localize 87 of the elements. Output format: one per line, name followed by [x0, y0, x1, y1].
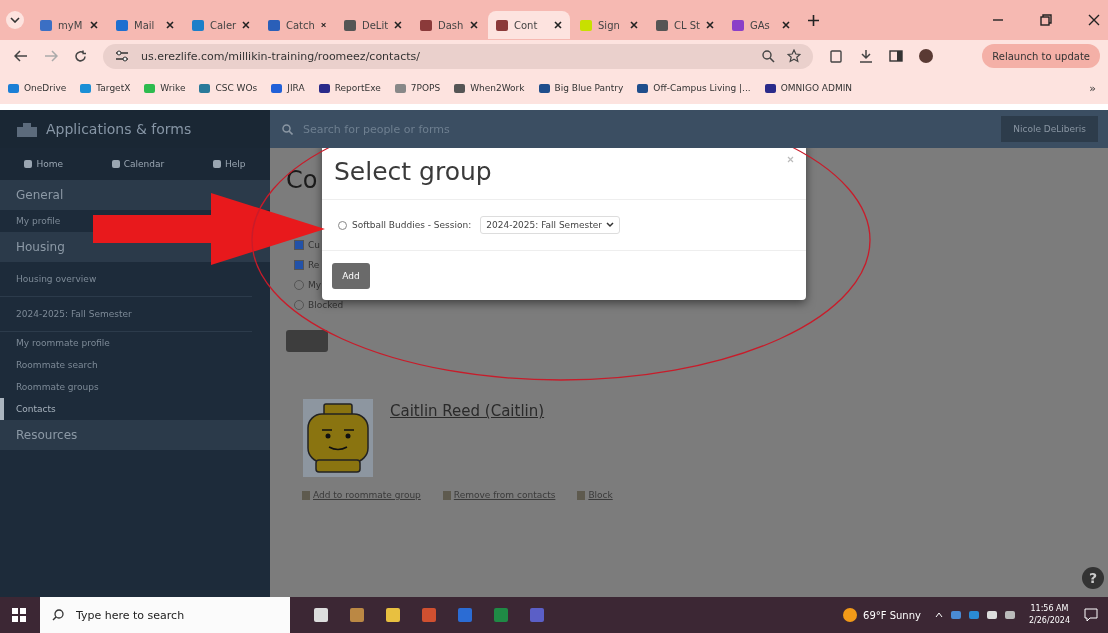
close-icon[interactable] [554, 21, 562, 29]
add-button[interactable]: Add [332, 262, 370, 289]
reload-icon[interactable] [74, 49, 87, 63]
filter-label: Blocked [308, 300, 344, 310]
browser-tab[interactable]: Sign [572, 11, 646, 39]
browser-tab[interactable]: Catch [260, 11, 334, 39]
sidebar-item[interactable]: 2024-2025: Fall Semester [16, 309, 132, 319]
bookmark[interactable]: 7POPS [410, 83, 441, 93]
browser-tab[interactable]: DeLit [336, 11, 410, 39]
bookmark[interactable]: Big Blue Pantry [554, 83, 624, 93]
search-icon [282, 123, 293, 135]
side-panel-icon[interactable] [889, 49, 903, 63]
checkbox[interactable] [294, 240, 304, 250]
browser-tab[interactable]: GAs [724, 11, 798, 39]
sidebar-item[interactable]: Roommate search [16, 360, 98, 370]
group-label: Softball Buddies - Session: [352, 220, 472, 230]
zoom-icon[interactable] [762, 49, 775, 63]
browser-tab[interactable]: CL St [648, 11, 722, 39]
filter-label: Cu [308, 240, 320, 250]
filter-label: My [308, 280, 322, 290]
checkbox[interactable] [294, 260, 304, 270]
close-icon[interactable] [90, 21, 98, 29]
close-icon[interactable] [320, 21, 326, 29]
sidebar-item[interactable]: My roommate profile [16, 338, 110, 348]
bookmark[interactable]: OneDrive [24, 83, 67, 93]
more-bookmarks[interactable]: » [1089, 81, 1108, 95]
notification-icon[interactable] [1084, 608, 1098, 622]
profile-avatar[interactable] [919, 49, 933, 63]
nav-link[interactable]: Home [24, 159, 63, 169]
new-tab-icon[interactable] [808, 14, 819, 26]
sidebar-item[interactable]: Housing overview [16, 274, 97, 284]
chevron-icon [10, 17, 20, 23]
sidebar-item[interactable]: My profile [16, 216, 61, 226]
caret-icon [605, 222, 614, 228]
browser-tab[interactable]: Mail [108, 11, 182, 39]
browser-tab[interactable]: Cont [488, 11, 570, 39]
help-button[interactable]: ? [1082, 567, 1104, 589]
close-icon[interactable] [630, 21, 638, 29]
filter-label: Re [308, 260, 320, 270]
nav-link[interactable]: Calendar [111, 159, 165, 169]
tab-search-button[interactable] [6, 11, 24, 29]
restore-icon[interactable] [1040, 14, 1052, 26]
chevron-icon[interactable] [934, 612, 943, 618]
bookmark[interactable]: OMNIGO ADMIN [780, 83, 853, 93]
close-icon[interactable] [782, 21, 790, 29]
bookmark[interactable]: Off-Campus Living |... [653, 83, 751, 93]
back-icon[interactable] [14, 50, 28, 62]
bookmark[interactable]: CSC WOs [215, 83, 258, 93]
bookmark[interactable]: JIRA [287, 83, 305, 93]
session-dropdown[interactable]: 2024-2025: Fall Semester [480, 216, 620, 234]
app-title: Applications & forms [46, 121, 192, 137]
bookmark[interactable]: ReportExe [334, 83, 381, 93]
search-icon [52, 609, 64, 621]
sun-icon [843, 608, 858, 622]
date-text: 2/26/2024 [1028, 615, 1070, 627]
close-icon[interactable] [1088, 14, 1100, 26]
close-icon[interactable] [166, 21, 174, 29]
browser-tab[interactable]: Caler [184, 11, 258, 39]
page-title: Co [286, 166, 318, 196]
contact-name-link[interactable]: Caitlin Reed (Caitlin) [390, 398, 1108, 420]
close-icon[interactable] [706, 21, 714, 29]
sidebar-section[interactable]: General [0, 180, 270, 210]
sidebar-section[interactable]: Resources [0, 420, 270, 450]
nav-link[interactable]: Help [213, 159, 246, 169]
clock[interactable]: 11:56 AM 2/26/2024 [1028, 603, 1070, 627]
sidebar-item[interactable]: Contacts [16, 404, 56, 414]
time-text: 11:56 AM [1030, 603, 1069, 615]
windows-start-icon[interactable] [12, 608, 26, 622]
close-icon[interactable] [242, 21, 250, 29]
taskbar-search-field[interactable]: Type here to search [40, 597, 290, 633]
bookmark[interactable]: When2Work [470, 83, 525, 93]
star-icon[interactable] [787, 49, 801, 63]
relaunch-button[interactable]: Relaunch to update [982, 44, 1100, 68]
url-text: us.erezlife.com/millikin-training/roomeez/contacts/ [141, 49, 421, 63]
tune-icon [115, 50, 129, 62]
download-icon[interactable] [859, 49, 873, 63]
address-bar[interactable]: us.erezlife.com/millikin-training/roomeez/contacts/ [103, 43, 813, 69]
close-icon[interactable] [394, 21, 402, 29]
browser-tab[interactable]: myM [32, 11, 106, 39]
sidebar-item[interactable]: Roommate groups [16, 382, 99, 392]
browser-tab[interactable]: Dash [412, 11, 486, 39]
bookmark[interactable]: TargetX [96, 83, 131, 93]
weather-text[interactable]: 69°F Sunny [863, 609, 921, 621]
user-menu-button[interactable]: Nicole DeLiberis [1001, 116, 1098, 142]
bookmark[interactable]: Wrike [160, 83, 186, 93]
close-icon[interactable] [470, 21, 478, 29]
building-icon [16, 121, 38, 137]
